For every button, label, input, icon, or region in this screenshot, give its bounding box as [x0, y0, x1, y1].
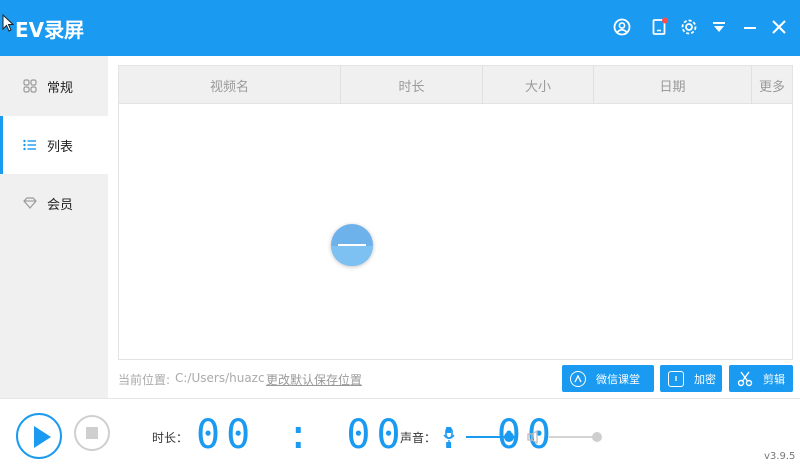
video-list-table: 视频名 时长 大小 日期 更多 — [118, 65, 793, 360]
loading-spinner-icon — [331, 224, 373, 266]
column-header-size[interactable]: 大小 — [483, 66, 594, 104]
sidebar-item-general[interactable]: 常规 — [0, 57, 108, 115]
duration-label: 时长： — [152, 431, 189, 445]
button-label: 微信课堂 — [596, 372, 640, 386]
recorder-bar: 时长： 00 : 00 : 00 声音： v3.9.5 — [0, 398, 800, 473]
sidebar-item-label: 常规 — [47, 80, 74, 96]
user-circle-icon[interactable] — [610, 15, 634, 39]
diamond-icon — [22, 195, 38, 211]
change-save-path-link[interactable]: 更改默认保存位置 — [266, 371, 362, 388]
button-label: 剪辑 — [763, 372, 785, 386]
column-header-date[interactable]: 日期 — [594, 66, 752, 104]
column-header-more[interactable]: 更多 — [752, 66, 792, 104]
notification-icon[interactable] — [648, 15, 672, 39]
sidebar: 常规 列表 会员 — [0, 56, 108, 398]
speaker-icon[interactable] — [526, 429, 542, 445]
encrypt-button[interactable]: 加密 — [660, 365, 722, 392]
dropdown-arrow-icon[interactable] — [707, 15, 731, 39]
title-bar: EV录屏 — [0, 0, 800, 56]
save-path-label: 当前位置: — [118, 373, 171, 387]
mic-volume-knob[interactable] — [503, 432, 514, 442]
microphone-icon[interactable] — [443, 427, 455, 445]
column-header-duration[interactable]: 时长 — [341, 66, 483, 104]
save-path-value: C:/Users/huazc — [175, 371, 265, 385]
app-title: EV录屏 — [15, 18, 85, 42]
version-label: v3.9.5 — [764, 451, 796, 462]
sound-label: 声音： — [400, 431, 437, 445]
mouse-cursor-icon — [2, 14, 14, 32]
gear-icon[interactable] — [677, 15, 701, 39]
sidebar-item-list[interactable]: 列表 — [0, 116, 108, 174]
shield-icon — [668, 370, 684, 387]
edit-clip-button[interactable]: 剪辑 — [729, 365, 793, 392]
button-label: 加密 — [694, 372, 716, 386]
scissors-icon — [737, 371, 753, 387]
stop-record-button[interactable] — [74, 415, 110, 451]
wechat-classroom-button[interactable]: 微信课堂 — [562, 365, 654, 392]
start-record-button[interactable] — [16, 413, 62, 459]
close-icon[interactable] — [767, 15, 791, 39]
sidebar-item-label: 会员 — [47, 197, 74, 213]
column-header-name[interactable]: 视频名 — [119, 66, 341, 104]
record-timer: 00 : 00 : 00 — [196, 412, 557, 458]
grid-icon — [22, 78, 38, 94]
minimize-icon[interactable] — [738, 15, 762, 39]
table-header: 视频名 时长 大小 日期 更多 — [119, 66, 792, 104]
sidebar-item-label: 列表 — [47, 139, 74, 155]
wechat-icon — [570, 370, 586, 387]
speaker-volume-knob[interactable] — [591, 432, 602, 442]
list-icon — [22, 137, 38, 153]
sidebar-item-member[interactable]: 会员 — [0, 174, 108, 232]
